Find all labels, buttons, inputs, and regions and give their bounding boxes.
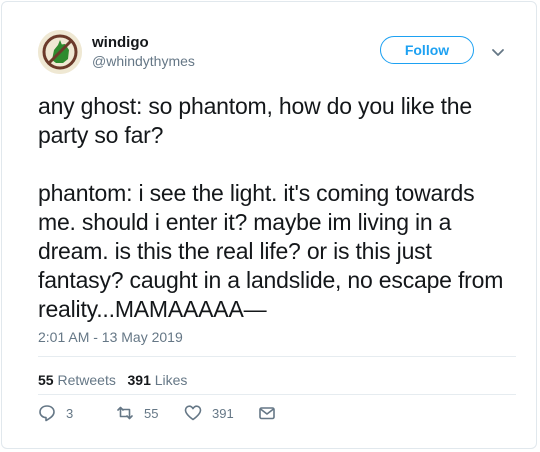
like-button[interactable]: 391: [184, 404, 234, 422]
tweet-text: any ghost: so phantom, how do you like t…: [38, 93, 504, 322]
heart-icon: [184, 405, 202, 421]
direct-message-button[interactable]: [258, 404, 286, 422]
reply-count: 3: [66, 405, 74, 421]
retweet-button[interactable]: 55: [116, 404, 158, 422]
engagement-stats: 55 Retweets 391 Likes: [38, 372, 187, 388]
reply-icon: [39, 405, 55, 422]
reply-button[interactable]: 3: [38, 404, 73, 422]
retweets-label: Retweets: [57, 372, 116, 388]
display-name[interactable]: windigo: [92, 34, 195, 52]
tweet-timestamp[interactable]: 2:01 AM - 13 May 2019: [38, 329, 183, 345]
no-symbol-icon: [38, 30, 82, 74]
retweet-icon: [117, 406, 133, 420]
user-info[interactable]: windigo @whindythymes: [92, 34, 195, 70]
follow-button[interactable]: Follow: [380, 36, 474, 64]
tweet-card: windigo @whindythymes Follow any ghost: …: [1, 1, 537, 449]
retweets-stat[interactable]: 55 Retweets: [38, 372, 116, 388]
tweet-header: windigo @whindythymes Follow: [38, 30, 516, 80]
user-handle[interactable]: @whindythymes: [92, 52, 195, 70]
divider: [38, 356, 516, 357]
likes-stat[interactable]: 391 Likes: [128, 372, 188, 388]
chevron-down-icon[interactable]: [490, 44, 506, 60]
like-count: 391: [212, 405, 234, 421]
likes-count: 391: [127, 372, 151, 388]
mail-icon: [259, 407, 275, 420]
likes-label: Likes: [154, 372, 188, 388]
retweet-count: 55: [144, 405, 159, 421]
retweets-count: 55: [38, 372, 54, 388]
divider: [38, 394, 516, 395]
avatar[interactable]: [38, 30, 82, 74]
